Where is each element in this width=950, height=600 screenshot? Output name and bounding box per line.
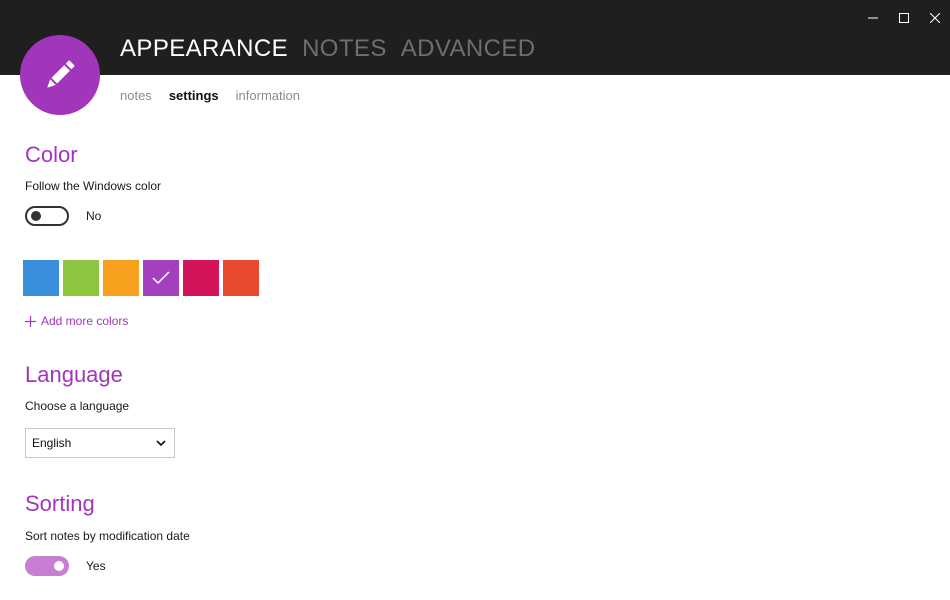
- toggle-knob: [31, 211, 41, 221]
- main-tabs: APPEARANCE NOTES ADVANCED: [120, 34, 536, 64]
- language-select-value: English: [32, 436, 72, 450]
- subtab-notes[interactable]: notes: [120, 88, 152, 104]
- window-controls: [857, 0, 950, 36]
- app-logo: [20, 35, 100, 115]
- color-swatch-orange[interactable]: [103, 260, 139, 296]
- sort-by-date-value: Yes: [86, 559, 106, 573]
- maximize-button[interactable]: [888, 0, 919, 36]
- minimize-button[interactable]: [857, 0, 888, 36]
- subtab-settings[interactable]: settings: [169, 88, 219, 104]
- tab-advanced[interactable]: ADVANCED: [401, 34, 536, 64]
- language-section-title: Language: [25, 362, 123, 387]
- subtab-information[interactable]: information: [236, 88, 300, 104]
- chevron-down-icon: [156, 440, 166, 446]
- close-button[interactable]: [919, 0, 950, 36]
- sort-by-date-label: Sort notes by modification date: [25, 529, 190, 543]
- plus-icon: [25, 315, 36, 327]
- follow-windows-color-value: No: [86, 209, 102, 223]
- follow-windows-color-row: No: [25, 206, 101, 226]
- color-swatch-red[interactable]: [223, 260, 259, 296]
- add-more-colors-label: Add more colors: [41, 314, 129, 328]
- add-more-colors-link[interactable]: Add more colors: [25, 314, 128, 328]
- close-icon: [929, 13, 940, 23]
- color-swatch-purple[interactable]: [143, 260, 179, 296]
- tab-appearance[interactable]: APPEARANCE: [120, 34, 288, 64]
- language-select[interactable]: English: [25, 428, 175, 458]
- color-section-title: Color: [25, 142, 78, 167]
- toggle-knob: [54, 561, 64, 571]
- color-swatch-green[interactable]: [63, 260, 99, 296]
- title-bar: APPEARANCE NOTES ADVANCED: [0, 0, 950, 75]
- sub-tabs: notes settings information: [120, 88, 300, 104]
- sorting-section-title: Sorting: [25, 491, 95, 516]
- tab-notes[interactable]: NOTES: [302, 34, 387, 64]
- choose-language-label: Choose a language: [25, 399, 130, 413]
- pencil-icon: [47, 60, 75, 88]
- color-swatch-magenta[interactable]: [183, 260, 219, 296]
- minimize-icon: [867, 17, 878, 19]
- sort-by-date-row: Yes: [25, 556, 106, 576]
- maximize-icon: [898, 13, 909, 23]
- sort-by-date-toggle[interactable]: [25, 556, 69, 576]
- follow-windows-color-label: Follow the Windows color: [25, 179, 162, 193]
- color-swatch-blue[interactable]: [23, 260, 59, 296]
- follow-windows-color-toggle[interactable]: [25, 206, 69, 226]
- check-icon: [152, 271, 170, 285]
- color-swatches: [23, 260, 259, 296]
